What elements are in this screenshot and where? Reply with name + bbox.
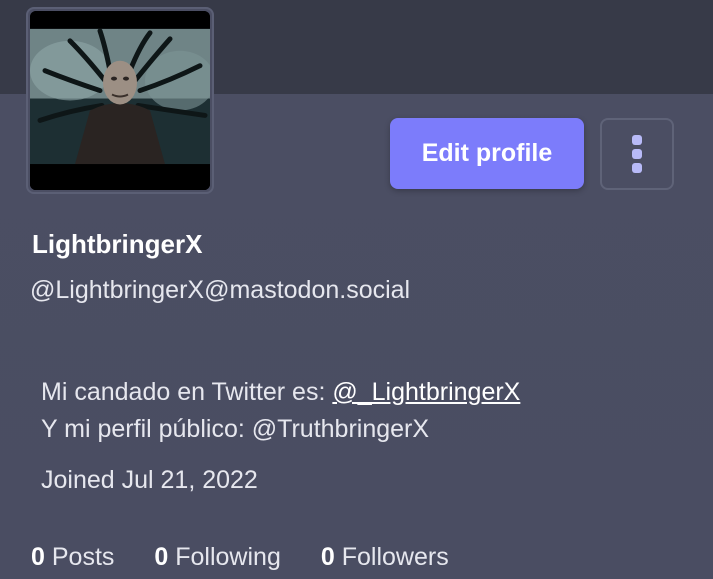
stat-posts-label: Posts (51, 543, 115, 571)
joined-date: Joined Jul 21, 2022 (41, 466, 258, 494)
more-options-button[interactable] (600, 118, 674, 190)
stat-followers[interactable]: 0 Followers (321, 543, 449, 572)
avatar-picture (30, 11, 210, 190)
profile-stats: 0 Posts 0 Following 0 Followers (31, 543, 449, 572)
display-name: LightbringerX (32, 229, 203, 259)
stat-following-label: Following (175, 543, 281, 571)
stat-posts[interactable]: 0 Posts (31, 543, 114, 572)
stat-following-count: 0 (154, 543, 169, 571)
avatar[interactable] (26, 7, 214, 194)
stat-followers-count: 0 (320, 543, 335, 571)
stat-following[interactable]: 0 Following (154, 543, 280, 572)
bio-line-1: Mi candado en Twitter es: @_Lightbringer… (41, 374, 520, 411)
bio-line-1-text: Mi candado en Twitter es: (41, 378, 333, 406)
stat-posts-count: 0 (31, 543, 45, 571)
profile-bio: Mi candado en Twitter es: @_Lightbringer… (41, 374, 520, 448)
twitter-handle-link[interactable]: @_LightbringerX (332, 378, 520, 406)
profile-page: Edit profile LightbringerX @Lightbringer… (0, 0, 713, 579)
edit-profile-button[interactable]: Edit profile (390, 118, 584, 189)
vertical-ellipsis-icon (632, 135, 642, 173)
stat-followers-label: Followers (341, 543, 449, 571)
avatar-image (30, 11, 210, 190)
account-handle: @LightbringerX@mastodon.social (30, 276, 411, 304)
bio-line-2: Y mi perfil público: @TruthbringerX (41, 415, 430, 443)
